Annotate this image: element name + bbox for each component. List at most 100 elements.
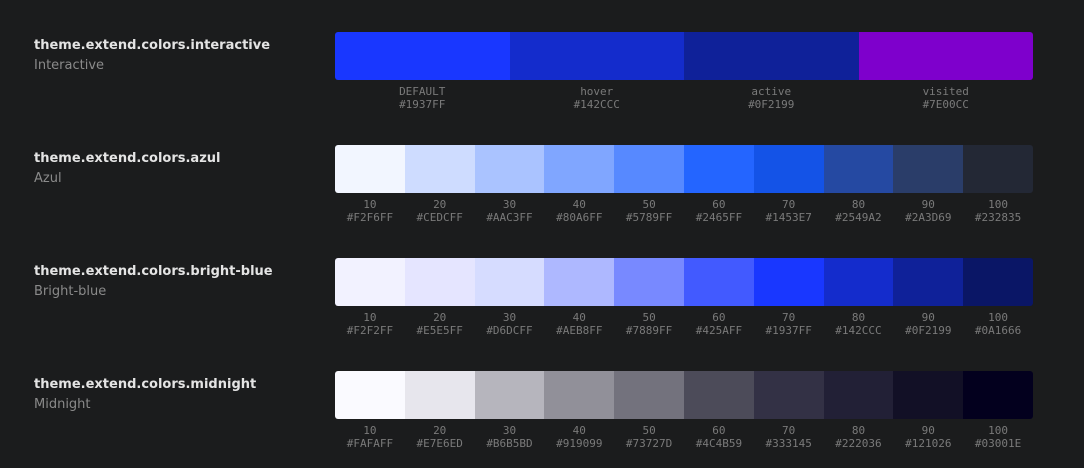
swatch-strip: [335, 371, 1033, 419]
swatch-hex-label: #1937FF: [765, 324, 812, 337]
swatch-hex-label: #7E00CC: [922, 98, 969, 111]
swatch-step-label: 80: [851, 424, 866, 437]
color-swatch: [335, 258, 405, 306]
color-swatch: [963, 371, 1033, 419]
palette-name: Azul: [34, 171, 62, 186]
swatch-label: 60 #4C4B59: [684, 424, 754, 450]
swatch-label: 10 #F2F6FF: [335, 198, 405, 224]
swatch-hex-label: #E5E5FF: [416, 324, 463, 337]
swatch-step-label: 60: [712, 424, 726, 437]
color-swatch: [614, 145, 684, 193]
color-swatch: [614, 258, 684, 306]
swatch-hex-label: #222036: [835, 437, 882, 450]
color-swatch: [683, 258, 754, 306]
swatch-label: 70 #1937FF: [754, 311, 824, 337]
swatch-step-label: 50: [642, 311, 656, 324]
swatch-hex-label: #AAC3FF: [486, 211, 533, 224]
swatch-label: 70 #1453E7: [754, 198, 824, 224]
swatch-step-label: 30: [502, 311, 517, 324]
color-swatch: [753, 258, 824, 306]
palette-name: Midnight: [34, 397, 91, 412]
swatch-hex-label: #0F2199: [748, 98, 795, 111]
palette-title: theme.extend.colors.bright-blue: [34, 264, 273, 279]
color-swatch: [509, 32, 684, 80]
swatch-label: 20 #E5E5FF: [405, 311, 475, 337]
color-swatch: [544, 145, 615, 193]
color-swatch: [893, 145, 964, 193]
swatch-step-label: 50: [642, 424, 656, 437]
swatch-step-label: 40: [572, 424, 586, 437]
swatch-label: 100 #03001E: [963, 424, 1033, 450]
swatch-label: 10 #F2F2FF: [335, 311, 405, 337]
swatch-step-label: 10: [363, 424, 377, 437]
swatch-label: 50 #5789FF: [614, 198, 684, 224]
color-swatch: [474, 145, 545, 193]
color-swatch: [335, 145, 405, 193]
swatch-label: 60 #425AFF: [684, 311, 754, 337]
color-swatch: [544, 371, 615, 419]
swatch-step-label: 10: [363, 311, 377, 324]
color-swatch: [683, 145, 754, 193]
swatch-label: 70 #333145: [754, 424, 824, 450]
swatch-step-label: 80: [851, 311, 866, 324]
swatch-hex-label: #AEB8FF: [556, 324, 603, 337]
swatch-label: 80 #222036: [824, 424, 894, 450]
palette-title: theme.extend.colors.azul: [34, 151, 221, 166]
swatch-step-label: 100: [988, 424, 1008, 437]
swatch-hex-label: #0F2199: [905, 324, 952, 337]
swatch-label: 80 #142CCC: [824, 311, 894, 337]
swatch-step-label: 30: [502, 198, 517, 211]
swatch-hex-label: #232835: [974, 211, 1022, 224]
swatch-hex-label: #425AFF: [695, 324, 743, 337]
swatch-step-label: 20: [433, 424, 447, 437]
swatch-step-label: 60: [712, 198, 726, 211]
swatch-hex-label: #142CCC: [573, 98, 620, 111]
swatch-step-label: 90: [921, 311, 935, 324]
palette-name: Interactive: [34, 58, 105, 73]
swatch-labels: 10 #F2F6FF 20 #CEDCFF 30 #AAC3FF 40 #80A6FF 50 #5…: [335, 198, 1033, 224]
swatch-label: 90 #121026: [893, 424, 963, 450]
swatch-step-label: 40: [572, 311, 586, 324]
swatch-hex-label: #2A3D69: [905, 211, 952, 224]
swatch-hex-label: #7889FF: [625, 324, 673, 337]
swatch-label: 90 #2A3D69: [893, 198, 963, 224]
swatch-label: 30 #AAC3FF: [475, 198, 545, 224]
swatch-hex-label: #5789FF: [625, 211, 673, 224]
color-palette-page: theme.extend.colors.interactive Interact…: [0, 0, 1084, 468]
swatch-hex-label: #0A1666: [974, 324, 1022, 337]
color-swatch: [614, 371, 684, 419]
swatch-hex-label: #D6DCFF: [486, 324, 533, 337]
swatch-label: 40 #80A6FF: [544, 198, 614, 224]
swatch-step-label: 20: [433, 198, 447, 211]
color-swatch: [474, 371, 545, 419]
swatch-step-label: 40: [572, 198, 586, 211]
swatch-label: 30 #B6B5BD: [475, 424, 545, 450]
swatch-hex-label: #1937FF: [399, 98, 446, 111]
swatch-label: 20 #CEDCFF: [405, 198, 475, 224]
swatch-hex-label: #F2F6FF: [346, 211, 394, 224]
swatch-hex-label: #73727D: [625, 437, 673, 450]
swatch-label: 40 #AEB8FF: [544, 311, 614, 337]
swatch-hex-label: #333145: [765, 437, 812, 450]
color-swatch: [404, 371, 475, 419]
swatch-hex-label: #2465FF: [695, 211, 743, 224]
swatch-label: 100 #0A1666: [963, 311, 1033, 337]
color-swatch: [544, 258, 615, 306]
swatch-step-label: visited: [922, 85, 969, 98]
swatch-step-label: 70: [782, 311, 796, 324]
swatch-label: hover #142CCC: [510, 85, 685, 111]
swatch-hex-label: #142CCC: [835, 324, 882, 337]
color-swatch: [823, 258, 894, 306]
swatch-hex-label: #121026: [905, 437, 952, 450]
swatch-label: 40 #919099: [544, 424, 614, 450]
swatch-label: active #0F2199: [684, 85, 859, 111]
color-swatch: [893, 371, 964, 419]
swatch-step-label: hover: [580, 85, 614, 98]
color-swatch: [893, 258, 964, 306]
swatch-step-label: DEFAULT: [399, 85, 446, 98]
swatch-hex-label: #CEDCFF: [416, 211, 463, 224]
swatch-step-label: 90: [921, 424, 935, 437]
swatch-hex-label: #B6B5BD: [486, 437, 533, 450]
color-swatch: [753, 145, 824, 193]
swatch-hex-label: #E7E6ED: [416, 437, 463, 450]
